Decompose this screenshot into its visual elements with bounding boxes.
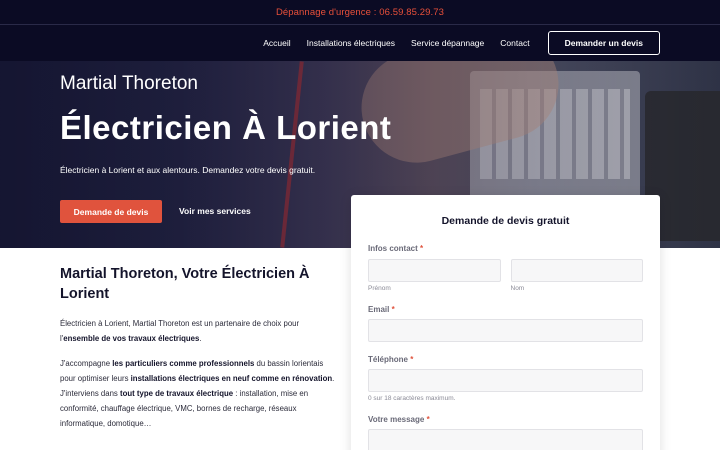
quote-form: Demande de devis gratuit Infos contact *… <box>351 195 660 450</box>
hero-subtitle: Électricien à Lorient et aux alentours. … <box>60 165 316 175</box>
intro-paragraph-2: J'accompagne les particuliers comme prof… <box>60 359 335 428</box>
nav-link-installations[interactable]: Installations électriques <box>307 38 395 48</box>
first-name-input[interactable] <box>368 259 501 282</box>
hero-name: Martial Thoreton <box>60 73 198 94</box>
intro-paragraph-1: Électricien à Lorient, Martial Thoreton … <box>60 319 300 343</box>
email-field[interactable] <box>368 319 643 342</box>
intro-section: Martial Thoreton, Votre Électricien À Lo… <box>60 264 335 431</box>
message-textarea[interactable] <box>368 429 643 450</box>
last-name-input[interactable] <box>510 259 643 282</box>
nav-link-accueil[interactable]: Accueil <box>263 38 290 48</box>
phone-char-count: 0 sur 18 caractères maximum. <box>368 395 456 402</box>
request-quote-button[interactable]: Demander un devis <box>547 31 660 55</box>
email-label: Email * <box>368 305 395 314</box>
main-nav: Accueil Installations électriques Servic… <box>0 25 720 61</box>
first-name-hint: Prénom <box>368 285 391 292</box>
nav-link-contact[interactable]: Contact <box>500 38 529 48</box>
form-title: Demande de devis gratuit <box>441 215 570 227</box>
contact-label: Infos contact * <box>368 244 424 253</box>
intro-heading: Martial Thoreton, Votre Électricien À Lo… <box>60 266 310 302</box>
phone-label: Téléphone * <box>368 355 414 364</box>
last-name-hint: Nom <box>510 285 525 292</box>
emergency-bar: Dépannage d'urgence : 06.59.85.29.73 <box>0 0 720 25</box>
message-label: Votre message * <box>368 415 430 424</box>
emergency-phone[interactable]: Dépannage d'urgence : 06.59.85.29.73 <box>276 7 444 18</box>
services-link[interactable]: Voir mes services <box>179 206 251 216</box>
phone-field[interactable] <box>368 369 643 392</box>
hero-title: Électricien À Lorient <box>60 109 392 146</box>
nav-link-depannage[interactable]: Service dépannage <box>411 38 484 48</box>
quote-request-button[interactable]: Demande de devis <box>60 200 162 223</box>
